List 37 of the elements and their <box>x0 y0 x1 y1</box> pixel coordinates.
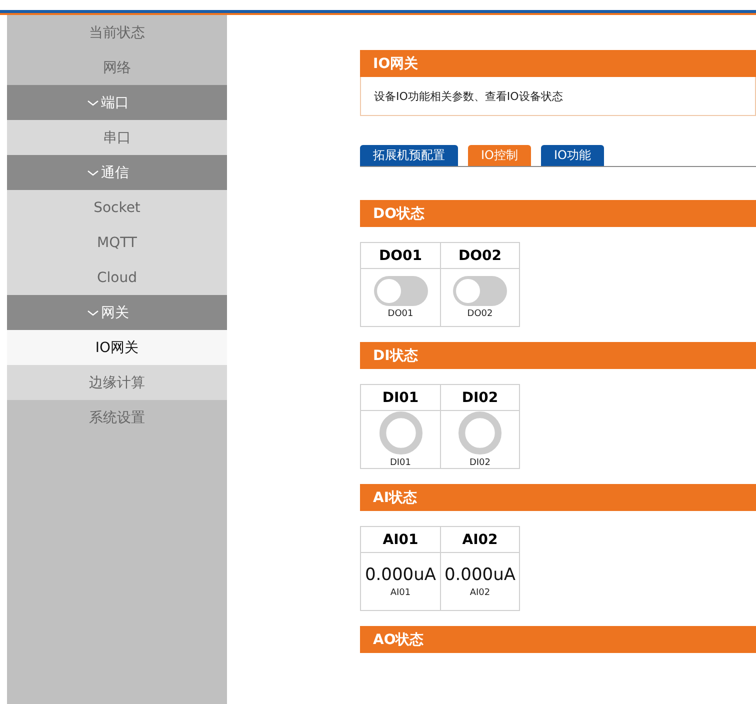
group-label: 端口 <box>101 94 129 112</box>
section-header: DO状态 <box>360 200 756 227</box>
section-header: DI状态 <box>360 342 756 369</box>
group-label: 网关 <box>101 304 129 322</box>
tab[interactable]: 拓展机预配置 <box>360 145 458 166</box>
tab[interactable]: IO控制 <box>468 145 531 166</box>
section-header: AI状态 <box>360 484 756 511</box>
sidebar-item[interactable]: Socket <box>7 190 227 225</box>
sidebar-item[interactable]: 串口 <box>7 120 227 155</box>
column-header: DO01 <box>361 243 440 269</box>
section-header: AO状态 <box>360 626 756 653</box>
sidebar-group-header[interactable]: 网关 <box>7 295 227 330</box>
column-header: AI01 <box>361 527 440 553</box>
tab[interactable]: IO功能 <box>540 145 604 166</box>
sidebar-group-header[interactable]: 端口 <box>7 85 227 120</box>
reading-value: 0.000uA <box>444 565 516 585</box>
column-header: AI02 <box>440 527 519 553</box>
column-header: DI01 <box>361 385 440 411</box>
sidebar-item[interactable]: Cloud <box>7 260 227 295</box>
channel-label: DI01 <box>390 458 412 468</box>
toggle-switch[interactable] <box>374 276 428 306</box>
channel-label: AI01 <box>390 588 411 598</box>
toggle-switch[interactable] <box>453 276 507 306</box>
column-header: DI02 <box>440 385 519 411</box>
channel-label: DO02 <box>467 309 493 319</box>
sidebar-item[interactable]: MQTT <box>7 225 227 260</box>
sidebar-item[interactable]: IO网关 <box>7 330 227 365</box>
channel-label: AI02 <box>470 588 490 598</box>
reading-value: 0.000uA <box>364 565 436 585</box>
sidebar-group-header[interactable]: 通信 <box>7 155 227 190</box>
column-header: DO02 <box>440 243 519 269</box>
panel-description: 设备IO功能相关参数、查看IO设备状态 <box>360 77 756 116</box>
channel-label: DO01 <box>388 309 414 319</box>
group-label: 通信 <box>101 164 129 182</box>
sidebar-item[interactable]: 边缘计算 <box>7 365 227 400</box>
panel-title: IO网关 <box>360 50 756 77</box>
channel-label: DI02 <box>469 458 491 468</box>
